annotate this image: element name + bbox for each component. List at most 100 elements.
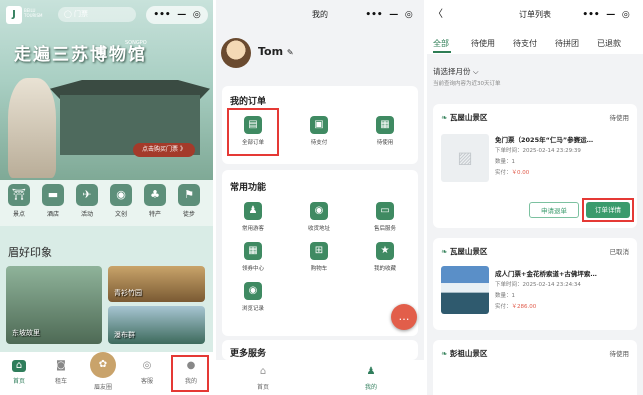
app-logo-text: BEILU TOURISM [24,8,43,18]
common-label: 我的收藏 [373,266,396,272]
mini-program-capsule[interactable]: ••• — ◎ [575,6,637,24]
bottom-tab-bar: ⌂ 首页 ♟ 我的 [216,360,424,395]
image-placeholder-icon: ▨ [441,134,489,182]
my-favorites[interactable]: ★ 我的收藏 [364,242,406,272]
order-status: 已取消 [609,248,630,256]
after-sales[interactable]: ▭ 售后服务 [364,202,406,232]
shipping-address[interactable]: ◉ 收货地址 [298,202,340,232]
order-card[interactable]: ❧ 彭祖山景区 待使用 [433,340,637,395]
attraction-icon: ⛩ [8,184,30,206]
edit-icon[interactable]: ✎ [287,48,294,57]
tab-group[interactable]: 待拼团 [555,38,579,49]
tab-unpaid[interactable]: 待支付 [513,38,537,49]
headset-icon: ◎ [142,360,152,371]
shopping-cart[interactable]: ⊞ 购物车 [298,242,340,272]
cart-icon: ⊞ [310,242,328,260]
thumb-card[interactable]: 瀑布群 [108,306,205,344]
tab-car-rental[interactable]: ◙ 租车 [46,360,76,385]
thumb-card[interactable]: 青衫竹园 [108,266,205,302]
car-icon: ◙ [56,360,66,371]
eye-icon: ◉ [244,282,262,300]
chat-fab-icon[interactable]: … [391,304,417,330]
func-hiking[interactable]: ⚑ 徒步 [176,184,202,218]
more-services-card: 更多服务 [222,340,418,360]
leaf-icon: ❧ [441,247,448,256]
location-icon: ◉ [310,202,328,220]
order-status: 待使用 [609,114,630,122]
shop-name-text: 瓦屋山景区 [449,113,488,122]
func-specialty[interactable]: ♣ 特产 [142,184,168,218]
more-title: 更多服务 [230,349,267,359]
home-icon: ⌂ [12,360,26,372]
tab-customer-service[interactable]: ◎ 客服 [132,360,162,385]
more-icon[interactable]: ••• [582,10,599,20]
close-icon[interactable]: ◎ [405,10,413,20]
order-tabs: 全部 待使用 待支付 待拼团 已退款 [427,32,643,54]
tab-label: 首页 [12,378,25,385]
hotel-icon: ▬ [42,184,64,206]
tab-mine[interactable]: ♟ 我的 [356,366,386,391]
paid-amount: ￥0.00 [511,170,530,176]
home-icon: ⌂ [259,366,267,377]
avatar[interactable] [221,38,251,68]
mini-program-capsule[interactable]: ••• — ◎ [358,6,420,24]
func-attraction[interactable]: ⛩ 景点 [6,184,32,218]
order-paid: 实付：￥286.00 [495,302,536,310]
order-card[interactable]: ❧ 瓦屋山景区 已取消 成人门票+金花桥索道+古佛坪索… 下单时间：2025-0… [433,238,637,330]
highlight-box [582,198,634,222]
browse-history[interactable]: ◉ 浏览记录 [232,282,274,312]
more-icon[interactable]: ••• [153,10,170,20]
order-unpaid[interactable]: ▣ 待支付 [298,116,340,146]
tab-refunded[interactable]: 已退款 [597,38,621,49]
query-hint: 当前查询内容为近30天订单 [433,81,501,87]
shop-name: ❧ 瓦屋山景区 [441,246,487,257]
buy-ticket-button[interactable]: 点击购买门票 》 [133,143,195,157]
tab-friends-circle[interactable]: ✿ 眉友圈 [88,352,118,391]
order-time: 下单时间：2025-02-14 23:29:39 [495,148,581,154]
func-hotel[interactable]: ▬ 酒店 [40,184,66,218]
search-input[interactable]: ◯ 门票 [58,7,136,22]
order-unused[interactable]: ▦ 待使用 [364,116,406,146]
paid-label: 实付： [495,170,512,176]
paid-label: 实付： [495,304,512,310]
order-card[interactable]: ❧ 瓦屋山景区 待使用 ▨ 免门票（2025年“仁马”参赛运… 下单时间：202… [433,104,637,228]
common-tourists[interactable]: ♟ 常用游客 [232,202,274,232]
hiking-icon: ⚑ [178,184,200,206]
wallet-icon: ▣ [310,116,328,134]
star-icon: ★ [376,242,394,260]
order-list-screen: 〈 订单列表 ••• — ◎ 全部 待使用 待支付 待拼团 已退款 请选择月份 … [427,0,643,395]
month-filter[interactable]: 请选择月份 ⌵ [433,66,479,77]
order-title: 免门票（2025年“仁马”参赛运… [495,136,594,144]
thumb-card[interactable]: 东坡故里 [6,266,102,344]
thumb-label: 瀑布群 [114,331,135,339]
close-icon[interactable]: ◎ [622,10,630,20]
hero-banner[interactable]: 走遍三苏博物馆 SONGPO 点击购买门票 》 [0,0,213,180]
close-icon[interactable]: ◎ [193,10,201,20]
thumb-label: 东坡故里 [12,329,40,337]
person-icon: ♟ [244,202,262,220]
paid-amount: ￥286.00 [511,304,537,310]
func-label: 景点 [12,211,25,218]
tab-all[interactable]: 全部 [433,38,449,49]
tab-unused[interactable]: 待使用 [471,38,495,49]
tab-home[interactable]: ⌂ 首页 [248,366,278,391]
function-grid: ⛩ 景点 ▬ 酒店 ✈ 活动 ◉ 文创 ♣ 特产 ⚑ 徒步 [0,180,213,226]
tab-home[interactable]: ⌂ 首页 [4,360,34,385]
minimize-icon[interactable]: — [177,10,186,20]
activity-icon: ✈ [76,184,98,206]
func-creative[interactable]: ◉ 文创 [108,184,134,218]
minimize-icon[interactable]: — [389,10,398,20]
my-orders-card: 我的订单 ▤ 全部订单 ▣ 待支付 ▦ 待使用 [222,86,418,164]
more-icon[interactable]: ••• [365,10,382,20]
minimize-icon[interactable]: — [606,10,615,20]
func-activity[interactable]: ✈ 活动 [74,184,100,218]
highlight-box [227,108,279,156]
highlight-box [171,355,209,392]
order-quantity: 数量：1 [495,293,515,299]
leaf-icon: ❧ [441,349,448,358]
refund-button[interactable]: 申请退单 [529,202,579,218]
section-title: 眉好印象 [8,246,52,259]
back-icon[interactable]: 〈 [433,0,443,30]
mini-program-capsule[interactable]: ••• — ◎ [146,6,208,24]
coupon-center[interactable]: ▦ 领券中心 [232,242,274,272]
